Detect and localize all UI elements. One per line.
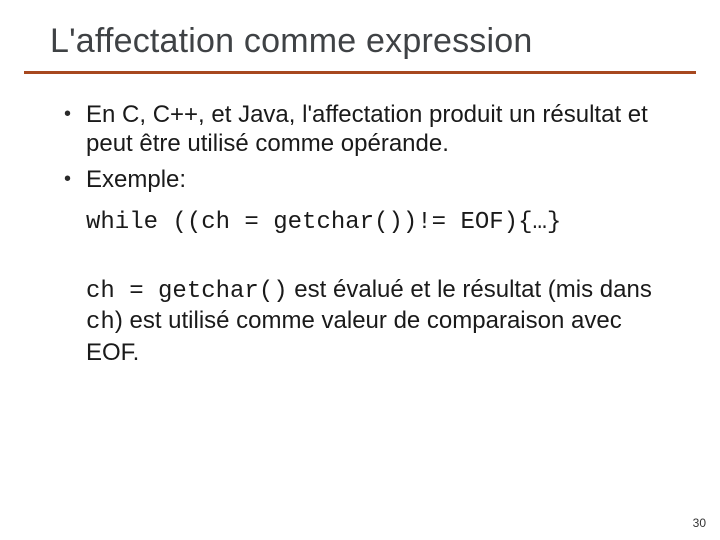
slide-body: En C, C++, et Java, l'affectation produi…: [0, 74, 720, 367]
bullet-text: En C, C++, et Java, l'affectation produi…: [86, 101, 648, 157]
explanation-text: ) est utilisé comme valeur de comparaiso…: [86, 307, 622, 365]
bullet-item: En C, C++, et Java, l'affectation produi…: [64, 100, 676, 165]
bullet-item: Exemple:: [64, 165, 676, 200]
inline-code: ch = getchar(): [86, 278, 288, 305]
code-example: while ((ch = getchar())!= EOF){…}: [64, 208, 676, 237]
bullet-text: Exemple:: [86, 166, 186, 193]
slide: L'affectation comme expression En C, C++…: [0, 0, 720, 540]
explanation-paragraph: ch = getchar() est évalué et le résultat…: [64, 275, 676, 367]
inline-code: ch: [86, 309, 115, 336]
slide-title: L'affectation comme expression: [0, 0, 720, 61]
explanation-text: est évalué et le résultat (mis dans: [288, 276, 652, 303]
page-number: 30: [693, 516, 706, 530]
bullet-list: En C, C++, et Java, l'affectation produi…: [64, 100, 676, 200]
